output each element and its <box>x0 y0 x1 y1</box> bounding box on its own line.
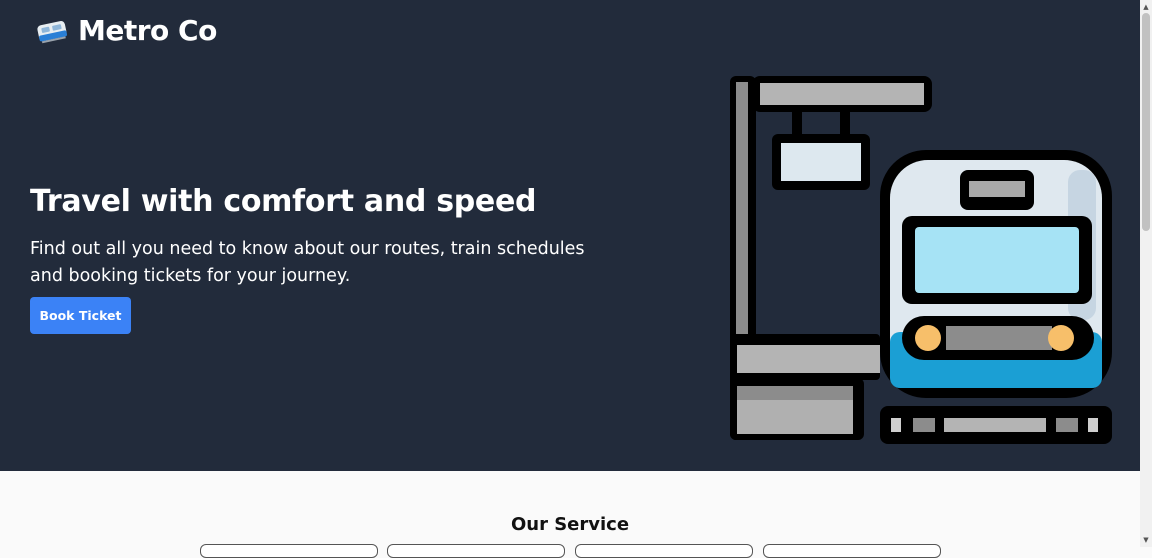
hero-headline: Travel with comfort and speed <box>30 184 537 219</box>
brand-name: Metro Co <box>78 14 217 47</box>
train-station-illustration <box>730 76 1112 444</box>
scrollbar-thumb[interactable] <box>1142 13 1150 231</box>
book-ticket-button[interactable]: Book Ticket <box>30 297 131 334</box>
services-title: Our Service <box>510 514 630 535</box>
scroll-up-arrow-icon[interactable]: ▲ <box>1141 2 1151 12</box>
train-icon <box>37 20 67 43</box>
hero-subtext: Find out all you need to know about our … <box>30 239 585 286</box>
service-card[interactable] <box>763 544 941 558</box>
hero-section: Metro Co Travel with comfort and speed F… <box>0 0 1140 471</box>
service-card[interactable] <box>387 544 565 558</box>
brand-logo[interactable]: Metro Co <box>36 14 217 47</box>
scroll-down-arrow-icon[interactable]: ▼ <box>1141 535 1151 545</box>
service-card[interactable] <box>575 544 753 558</box>
service-card[interactable] <box>200 544 378 558</box>
